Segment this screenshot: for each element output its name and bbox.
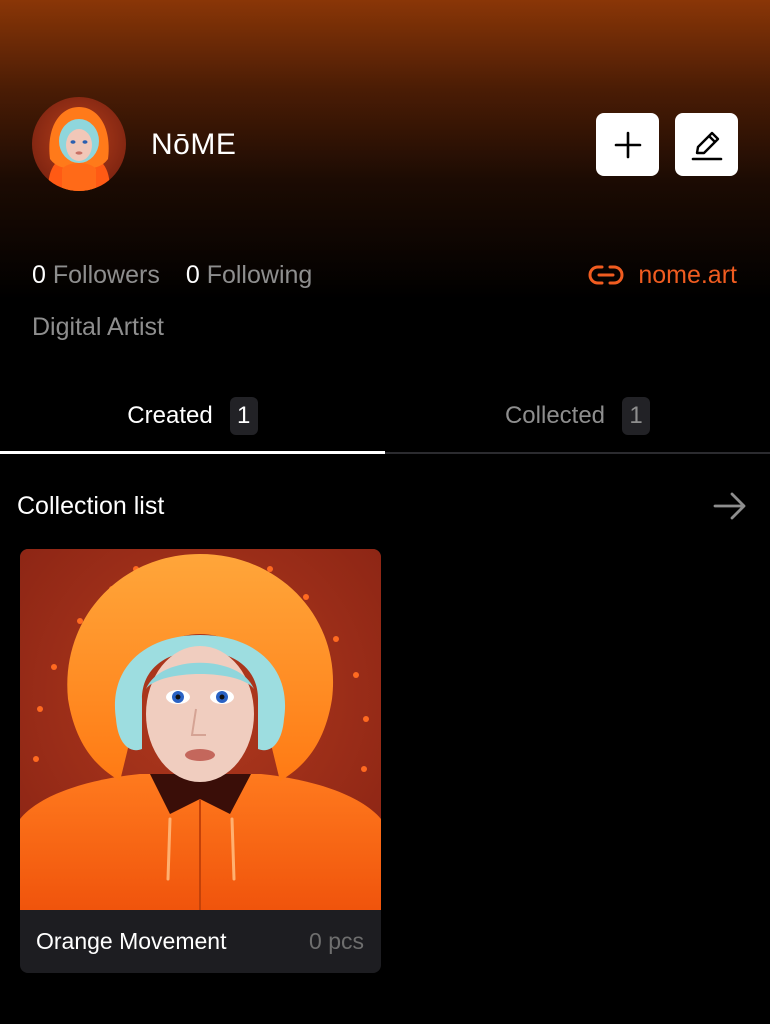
- profile-page: NōME 0 Followers 0 Following nome.art Di…: [0, 0, 770, 1024]
- collection-image: [20, 549, 381, 910]
- username: NōME: [151, 128, 237, 161]
- avatar-image: [32, 97, 126, 191]
- following-count: 0: [185, 261, 200, 289]
- website-text: nome.art: [638, 261, 737, 289]
- section-title: Collection list: [17, 492, 165, 520]
- tab-collected-label: Collected: [504, 402, 606, 429]
- profile-tabs: Created 1 Collected 1: [0, 380, 770, 454]
- add-button[interactable]: [596, 113, 659, 176]
- following-label: Following: [206, 261, 313, 289]
- tab-created-label: Created: [127, 401, 213, 429]
- website-link[interactable]: nome.art: [588, 259, 737, 291]
- tab-created-count: 1: [229, 396, 258, 435]
- followers-label: Followers: [52, 261, 160, 289]
- tab-created[interactable]: Created 1: [0, 380, 385, 454]
- plus-icon: [614, 131, 641, 158]
- tab-collected[interactable]: Collected 1: [385, 380, 770, 454]
- following-stat[interactable]: 0 Following: [186, 259, 312, 291]
- collection-card[interactable]: Orange Movement 0 pcs: [20, 549, 381, 973]
- profile-stats: 0 Followers 0 Following: [32, 259, 338, 291]
- bio: Digital Artist: [32, 313, 164, 341]
- followers-stat[interactable]: 0 Followers: [32, 259, 160, 291]
- collection-name: Orange Movement: [36, 928, 227, 954]
- pencil-icon: [691, 131, 722, 160]
- avatar[interactable]: [32, 97, 126, 191]
- collection-count: 0 pcs: [309, 928, 364, 954]
- collection-card-footer: Orange Movement 0 pcs: [20, 910, 381, 973]
- link-icon: [588, 264, 624, 286]
- followers-count: 0: [32, 261, 46, 289]
- edit-profile-button[interactable]: [675, 113, 738, 176]
- arrow-right-icon[interactable]: [712, 488, 748, 524]
- tab-collected-count: 1: [622, 397, 651, 435]
